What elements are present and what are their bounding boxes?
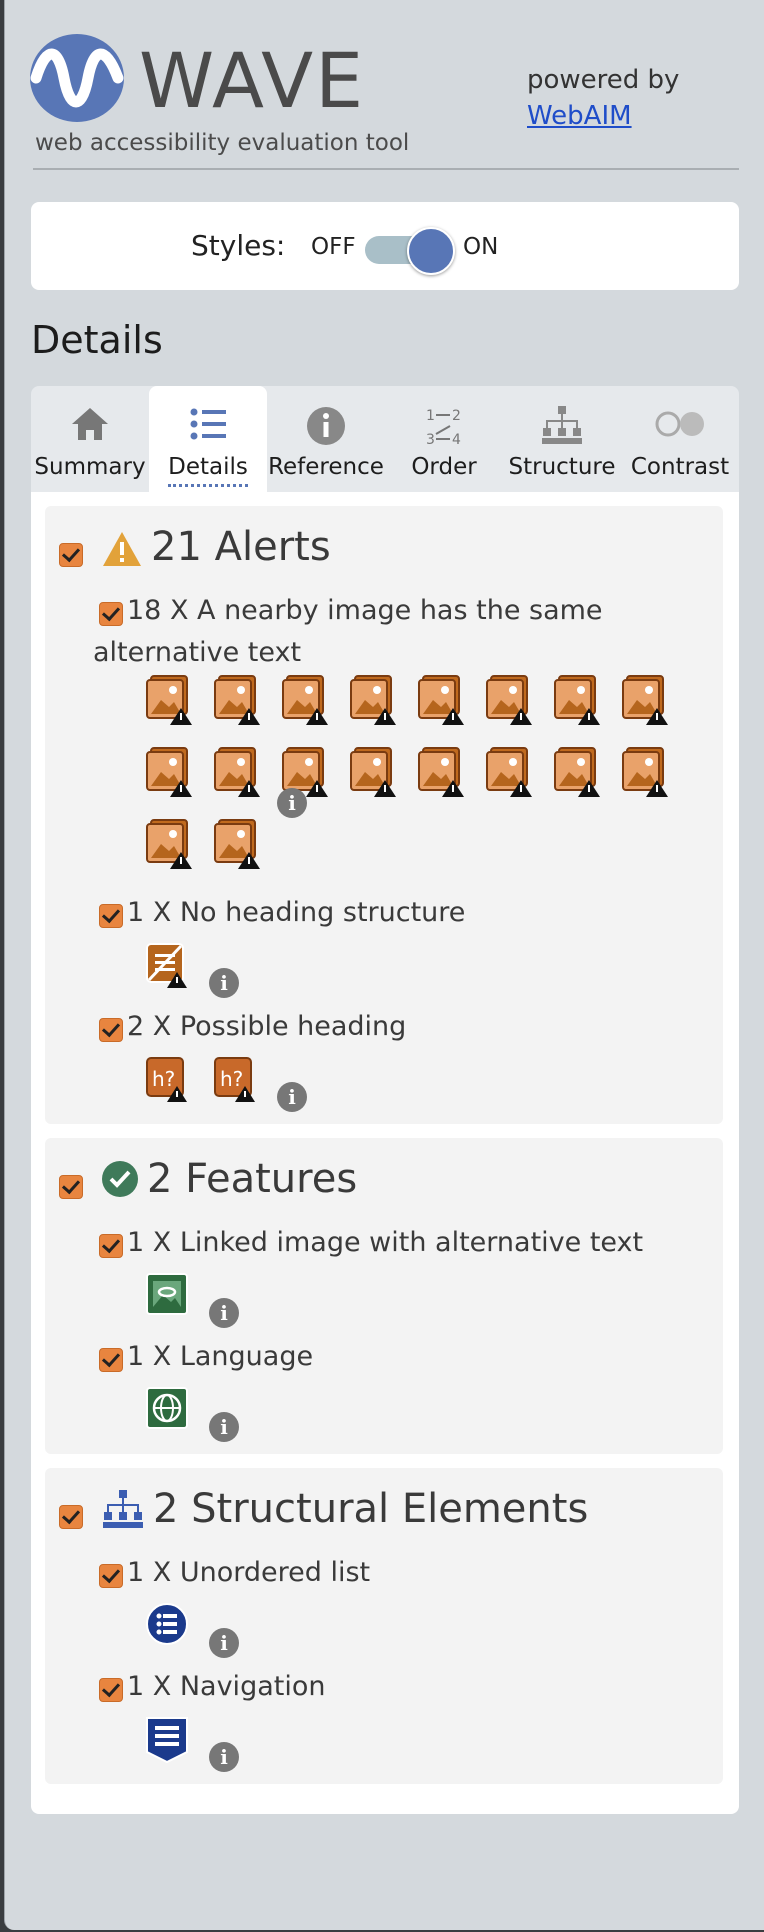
info-icon[interactable]: i xyxy=(277,1082,307,1112)
image-alert-icon[interactable] xyxy=(553,746,600,797)
structure-section: 2 Structural Elements 1 X Unordered list… xyxy=(45,1468,723,1784)
wave-panel: WAVE web accessibility evaluation tool p… xyxy=(4,0,764,1930)
info-icon[interactable]: i xyxy=(209,1742,239,1772)
styles-off-label: OFF xyxy=(311,234,356,260)
details-content: 21 Alerts 18 X A nearby image has the sa… xyxy=(31,492,739,1814)
feature-item-text: 1 X Language xyxy=(127,1341,314,1372)
image-alert-icon[interactable] xyxy=(213,818,260,869)
structure-item-checkbox[interactable] xyxy=(99,1678,123,1702)
header-divider xyxy=(33,168,739,170)
tab-details[interactable]: Details xyxy=(149,386,267,492)
no-heading-icon[interactable] xyxy=(145,942,189,990)
image-alert-icon[interactable] xyxy=(145,674,192,725)
tab-summary[interactable]: Summary xyxy=(31,386,149,492)
image-alert-icon[interactable] xyxy=(417,674,464,725)
image-alert-icon[interactable] xyxy=(349,674,396,725)
tab-contrast[interactable]: Contrast xyxy=(621,386,739,492)
image-alert-icon[interactable] xyxy=(281,746,328,797)
image-alert-icon[interactable] xyxy=(485,746,532,797)
image-alert-icon[interactable] xyxy=(417,746,464,797)
tab-summary-label: Summary xyxy=(34,454,146,480)
alert-item-text: 2 X Possible heading xyxy=(127,1011,407,1042)
feature-item-text: 1 X Linked image with alternative text xyxy=(127,1227,644,1258)
styles-on-label: ON xyxy=(463,234,499,260)
check-circle-icon xyxy=(101,1160,139,1202)
tab-structure-label: Structure xyxy=(508,454,616,480)
tab-structure[interactable]: Structure xyxy=(503,386,621,492)
order-icon: 1 2 3 4 xyxy=(385,404,503,448)
image-alert-icon[interactable] xyxy=(621,746,668,797)
svg-text:4: 4 xyxy=(452,432,461,448)
tab-bar: Summary Details Reference 1 2 3 4 Order … xyxy=(31,386,739,492)
list-icon xyxy=(149,404,267,448)
linked-image-icon[interactable] xyxy=(145,1272,189,1320)
home-icon xyxy=(31,404,149,448)
structure-item-text: 1 X Unordered list xyxy=(127,1557,371,1588)
contrast-icon xyxy=(621,404,739,448)
structure-checkbox[interactable] xyxy=(59,1505,83,1529)
alert-item-checkbox[interactable] xyxy=(99,904,123,928)
powered-by: powered by WebAIM xyxy=(527,62,679,134)
tab-contrast-label: Contrast xyxy=(630,454,730,480)
structure-title: 2 Structural Elements xyxy=(153,1486,589,1532)
unordered-list-icon[interactable] xyxy=(145,1602,189,1650)
tab-details-label: Details xyxy=(149,454,267,487)
alerts-title: 21 Alerts xyxy=(151,524,331,570)
svg-text:h?: h? xyxy=(220,1067,243,1091)
svg-text:3: 3 xyxy=(426,432,435,448)
alert-item-checkbox[interactable] xyxy=(99,1018,123,1042)
info-icon[interactable]: i xyxy=(209,1628,239,1658)
powered-by-text: powered by xyxy=(527,65,680,95)
alerts-section: 21 Alerts 18 X A nearby image has the sa… xyxy=(45,506,723,1124)
navigation-icon[interactable] xyxy=(145,1716,189,1764)
brand-name: WAVE xyxy=(139,36,366,125)
language-globe-icon[interactable] xyxy=(145,1386,189,1434)
tab-reference-label: Reference xyxy=(268,454,384,480)
svg-text:2: 2 xyxy=(452,408,461,424)
features-title: 2 Features xyxy=(147,1156,358,1202)
image-alert-icon[interactable] xyxy=(145,746,192,797)
structure-tree-icon xyxy=(101,1488,145,1534)
structure-item-checkbox[interactable] xyxy=(99,1564,123,1588)
tab-order[interactable]: 1 2 3 4 Order xyxy=(385,386,503,492)
features-checkbox[interactable] xyxy=(59,1175,83,1199)
image-alert-icon[interactable] xyxy=(621,674,668,725)
image-alert-icon[interactable] xyxy=(485,674,532,725)
tab-order-label: Order xyxy=(411,454,477,480)
alert-item-text: 1 X No heading structure xyxy=(127,897,466,928)
styles-label: Styles: xyxy=(191,229,286,262)
image-alert-icon[interactable] xyxy=(145,818,192,869)
features-section: 2 Features 1 X Linked image with alterna… xyxy=(45,1138,723,1454)
image-alert-icon[interactable] xyxy=(213,674,260,725)
structure-icon xyxy=(503,404,621,448)
wave-logo-icon xyxy=(30,34,124,122)
image-alert-icon[interactable] xyxy=(213,746,260,797)
svg-text:h?: h? xyxy=(152,1067,175,1091)
alert-item-text: 18 X A nearby image has the same xyxy=(127,595,603,626)
info-icon[interactable]: i xyxy=(209,1412,239,1442)
structure-item-text: 1 X Navigation xyxy=(127,1671,326,1702)
possible-heading-icon[interactable]: h? xyxy=(145,1056,189,1104)
alert-triangle-icon xyxy=(101,530,143,572)
styles-toggle-knob[interactable] xyxy=(407,227,455,275)
styles-toggle-box: Styles: OFF ON xyxy=(31,202,739,290)
feature-item-checkbox[interactable] xyxy=(99,1348,123,1372)
alerts-checkbox[interactable] xyxy=(59,543,83,567)
image-alert-icon[interactable] xyxy=(349,746,396,797)
info-icon[interactable]: i xyxy=(209,968,239,998)
svg-text:1: 1 xyxy=(426,408,435,424)
tab-reference[interactable]: Reference xyxy=(267,386,385,492)
alert-item-checkbox[interactable] xyxy=(99,602,123,626)
info-icon xyxy=(267,404,385,448)
possible-heading-icon[interactable]: h? xyxy=(213,1056,257,1104)
image-alert-icon[interactable] xyxy=(281,674,328,725)
image-alert-icon[interactable] xyxy=(553,674,600,725)
info-icon[interactable]: i xyxy=(209,1298,239,1328)
tagline: web accessibility evaluation tool xyxy=(35,130,410,156)
webaim-link[interactable]: WebAIM xyxy=(527,98,679,134)
alert-item-text: alternative text xyxy=(93,637,302,668)
info-icon[interactable]: i xyxy=(277,788,307,818)
page-title: Details xyxy=(31,318,163,362)
feature-item-checkbox[interactable] xyxy=(99,1234,123,1258)
